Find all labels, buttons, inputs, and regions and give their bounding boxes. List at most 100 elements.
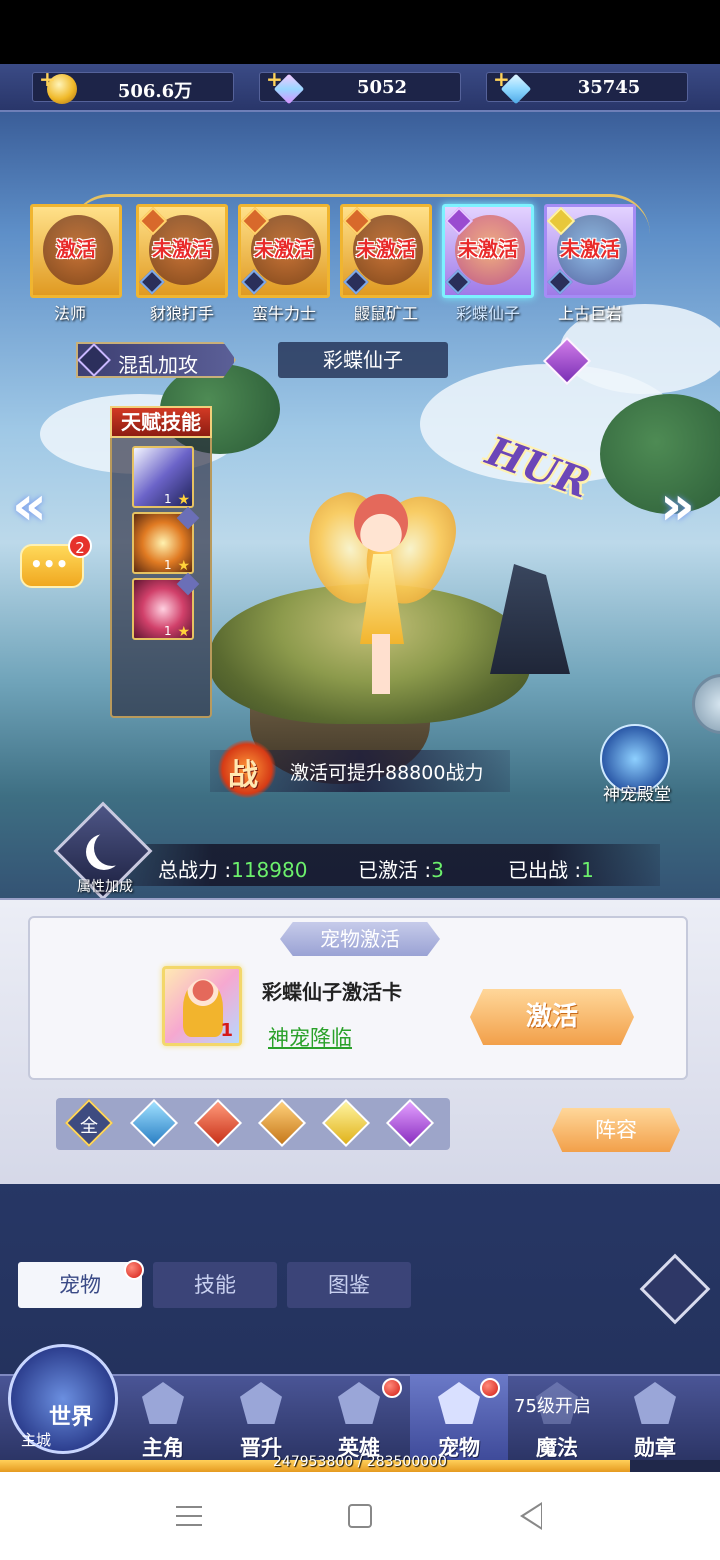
activation-card-item[interactable]: 1	[162, 966, 242, 1046]
currency-bar: + 506.6万 + 5052 + 35745	[0, 64, 720, 112]
talent-tag-icon	[176, 572, 200, 596]
pet-card[interactable]: 未激活	[136, 204, 228, 298]
activated-label: 已激活 :	[358, 858, 432, 882]
attribute-label: 属性加成	[77, 879, 133, 895]
pet-state: 激活	[56, 237, 96, 261]
skill-type-icon	[77, 343, 111, 377]
add-icon[interactable]: +	[266, 67, 283, 91]
pet-name: 上古巨岩	[557, 304, 622, 323]
activated-count: 已激活 :3	[358, 854, 444, 883]
gold-counter[interactable]: + 506.6万	[32, 67, 234, 104]
pet-card-rail[interactable]: 激活 法师 未激活 豺狼打手 未激活 蛮牛力士 未激活 鼹鼠矿工 未激活 彩蝶仙…	[30, 194, 650, 324]
promote-icon	[240, 1382, 282, 1424]
rune-stone	[490, 564, 570, 674]
talent-level: 1	[164, 558, 172, 572]
world-label: 世界	[49, 1404, 94, 1430]
talent-level: 1	[164, 624, 172, 638]
pet-card[interactable]: 未激活	[544, 204, 636, 298]
pet-card[interactable]: 未激活	[238, 204, 330, 298]
activation-title: 宠物激活	[280, 922, 440, 956]
talent-tag-icon	[176, 506, 200, 530]
skill-name: 混乱加攻	[118, 353, 198, 377]
source-link[interactable]: 神宠降临	[268, 1022, 352, 1052]
item-portrait	[183, 979, 223, 1037]
tab-codex[interactable]: 图鉴	[287, 1262, 411, 1308]
lineup-button[interactable]: 阵容	[552, 1108, 680, 1152]
pet-name: 蛮牛力士	[251, 304, 316, 323]
next-arrow-icon[interactable]: »	[660, 474, 695, 537]
pet-name: 豺狼打手	[149, 304, 214, 323]
add-icon[interactable]: +	[39, 67, 56, 91]
talent-level: 1	[164, 492, 172, 506]
pet-name: 鼹鼠矿工	[353, 304, 418, 323]
nav-hero-main[interactable]: 主角	[114, 1374, 212, 1460]
pet-card[interactable]: 激活	[30, 204, 122, 298]
pet-state: 未激活	[356, 237, 416, 261]
notification-dot	[124, 1260, 144, 1280]
total-power-label: 总战力 :	[158, 858, 232, 882]
magic-lock-text: 75级开启	[514, 1396, 591, 1417]
back-icon[interactable]	[520, 1502, 542, 1530]
diamond-counter[interactable]: + 35745	[486, 67, 688, 105]
home-icon[interactable]	[348, 1504, 372, 1528]
star-icon: ★	[177, 624, 190, 640]
talent-panel: 天赋技能 1 ★ 1 ★ 1 ★	[110, 406, 212, 718]
moon-icon	[86, 834, 122, 870]
fairy-head	[354, 494, 408, 552]
pet-name: 法师	[53, 304, 86, 323]
chat-icon: •••	[30, 552, 69, 576]
game-screen: + 506.6万 + 5052 + 35745 激活 法师 未激活 豺狼打手 未…	[0, 64, 720, 1472]
medal-icon	[634, 1382, 676, 1424]
pet-character	[293, 483, 467, 704]
pet-state: 未激活	[560, 237, 620, 261]
pet-state: 未激活	[152, 237, 212, 261]
notification-badge: 2	[68, 534, 92, 558]
pet-state: 未激活	[458, 237, 518, 261]
xp-text: 247953800 / 283500000	[273, 1454, 447, 1470]
item-count: 1	[220, 1020, 233, 1041]
world-button[interactable]: 世界 主城	[8, 1344, 118, 1454]
side-orb-icon[interactable]	[692, 674, 720, 734]
diamond-value: 35745	[577, 77, 641, 98]
gold-value: 506.6万	[117, 81, 193, 102]
recent-apps-icon[interactable]	[176, 1506, 202, 1526]
battle-message: 激活可提升88800战力	[290, 762, 484, 784]
total-power-value: 118980	[231, 858, 308, 882]
fairy-legs	[372, 634, 390, 694]
talent-skill[interactable]: 1 ★	[132, 506, 200, 574]
crystal-counter[interactable]: + 5052	[259, 67, 461, 105]
activate-button[interactable]: 激活	[470, 989, 634, 1045]
pet-name: 彩蝶仙子	[455, 304, 520, 323]
tab-skills[interactable]: 技能	[153, 1262, 277, 1308]
talent-skill[interactable]: 1 ★	[132, 572, 200, 640]
pet-skill-banner[interactable]: 混乱加攻	[76, 342, 236, 378]
talent-skill[interactable]: 1 ★	[132, 446, 194, 508]
prev-arrow-icon[interactable]: «	[12, 474, 47, 537]
activated-value: 3	[431, 858, 444, 882]
pet-card-selected[interactable]: 未激活	[442, 204, 534, 298]
activation-card-name: 彩蝶仙子激活卡	[262, 980, 402, 1004]
deployed-label: 已出战 :	[508, 858, 582, 882]
star-icon: ★	[177, 492, 190, 508]
total-power: 总战力 :118980	[158, 854, 307, 883]
deployed-count: 已出战 :1	[508, 854, 594, 883]
nav-promote[interactable]: 晋升	[212, 1374, 310, 1460]
talent-title: 天赋技能	[110, 406, 212, 438]
star-icon: ★	[177, 558, 190, 574]
helmet-icon	[338, 1382, 380, 1424]
crystal-value: 5052	[356, 77, 408, 98]
battle-icon: 战	[218, 740, 276, 798]
main-city-label: 主城	[21, 1431, 52, 1449]
deployed-value: 1	[581, 858, 594, 882]
nav-medals[interactable]: 勋章	[606, 1374, 704, 1460]
shrine-label[interactable]: 神宠殿堂	[592, 780, 682, 805]
chat-button[interactable]: ••• 2	[20, 534, 92, 588]
menu-toggle-icon[interactable]	[639, 1253, 711, 1325]
hero-icon	[142, 1382, 184, 1424]
pet-card[interactable]: 未激活	[340, 204, 432, 298]
add-icon[interactable]: +	[493, 67, 510, 91]
notification-dot	[382, 1378, 402, 1398]
battle-char: 战	[228, 758, 258, 793]
pet-state: 未激活	[254, 237, 314, 261]
notification-dot	[480, 1378, 500, 1398]
